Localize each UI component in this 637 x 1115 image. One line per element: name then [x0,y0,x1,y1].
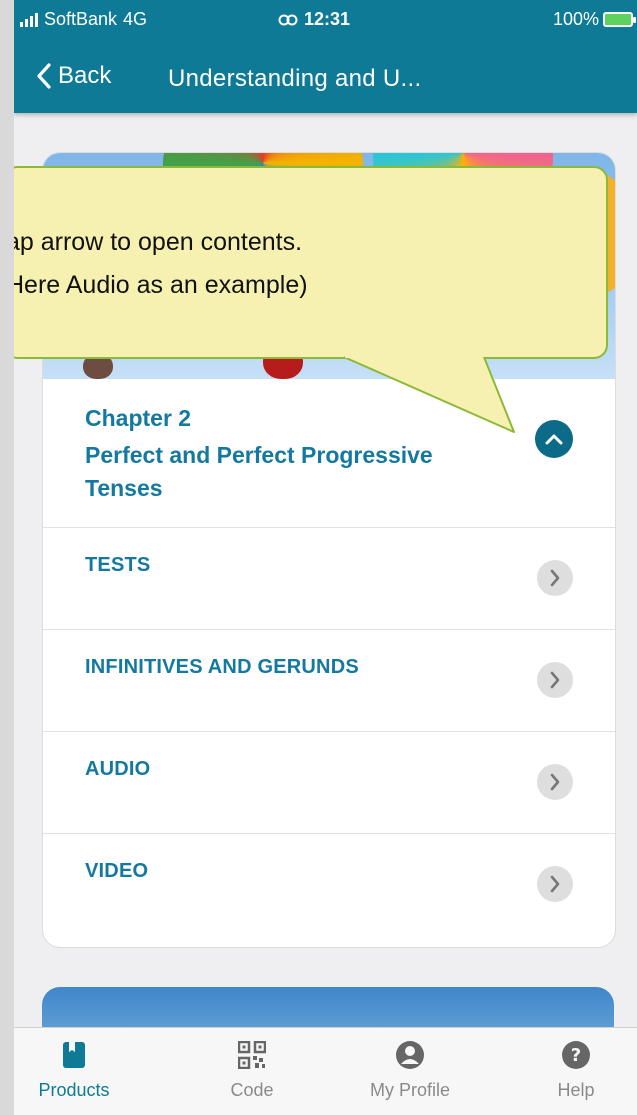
phone-screen: SoftBank 4G 12:31 100% Back Understandin… [14,0,637,1115]
section-label: INFINITIVES AND GERUNDS [85,656,359,678]
tab-label: Code [230,1080,274,1100]
battery-icon [603,12,636,27]
section-label: TESTS [85,554,151,576]
section-row-tests[interactable]: TESTS [43,528,615,630]
carrier-name: SoftBank [44,9,118,29]
open-section-button[interactable] [537,560,573,596]
battery-status: 100% [552,9,636,30]
callout-text-line-2: Here Audio as an example) [14,271,308,299]
tooltip-callout: ap arrow to open contents. Here Audio as… [14,166,608,359]
top-bar: SoftBank 4G 12:31 100% Back Understandin… [14,0,637,113]
profile-icon [395,1040,425,1070]
section-row-video[interactable]: VIDEO [43,834,615,935]
open-section-button[interactable] [537,662,573,698]
open-section-button[interactable] [537,866,573,902]
qr-code-icon [237,1040,267,1070]
signal-icon [20,12,38,27]
section-row-audio[interactable]: AUDIO [43,732,615,834]
chevron-left-icon [37,63,51,89]
chevron-up-icon [545,434,563,445]
chevron-right-icon [550,569,560,587]
chevron-right-icon [550,773,560,791]
tab-label: My Profile [369,1080,450,1100]
tab-bar: Products Code My Profile ? Help [14,1027,637,1115]
callout-text-line-1: ap arrow to open contents. [14,228,303,256]
tab-label: Products [38,1080,110,1100]
help-icon: ? [561,1040,591,1070]
carrier-info: SoftBank 4G [20,9,147,30]
back-button[interactable]: Back [36,62,111,90]
chapter-title: Perfect and Perfect Progressive Tenses [85,442,433,501]
tab-my-profile[interactable]: My Profile [350,1028,470,1115]
battery-percent: 100% [552,9,599,29]
page-title: Understanding and U... [168,65,422,92]
chapter-number: Chapter 2 [85,405,192,431]
network-type: 4G [123,9,148,29]
svg-text:?: ? [571,1045,581,1066]
open-section-button[interactable] [537,764,573,800]
callout-pointer [344,342,515,433]
collapse-button[interactable] [535,420,573,458]
status-time: 12:31 [278,9,350,30]
section-row-infinitives-and-gerunds[interactable]: INFINITIVES AND GERUNDS [43,630,615,732]
book-icon [59,1040,89,1070]
navigation-bar: Back Understanding and U... [14,52,637,104]
chevron-right-icon [550,875,560,893]
link-icon [278,14,298,25]
chevron-right-icon [550,671,560,689]
tab-help[interactable]: ? Help [516,1028,636,1115]
section-label: AUDIO [85,758,151,780]
status-bar: SoftBank 4G 12:31 100% [14,0,637,40]
clock: 12:31 [304,9,351,29]
tab-label: Help [557,1080,595,1100]
tab-products[interactable]: Products [14,1028,134,1115]
tab-code[interactable]: Code [192,1028,312,1115]
back-label: Back [58,62,112,89]
section-label: VIDEO [85,860,149,882]
